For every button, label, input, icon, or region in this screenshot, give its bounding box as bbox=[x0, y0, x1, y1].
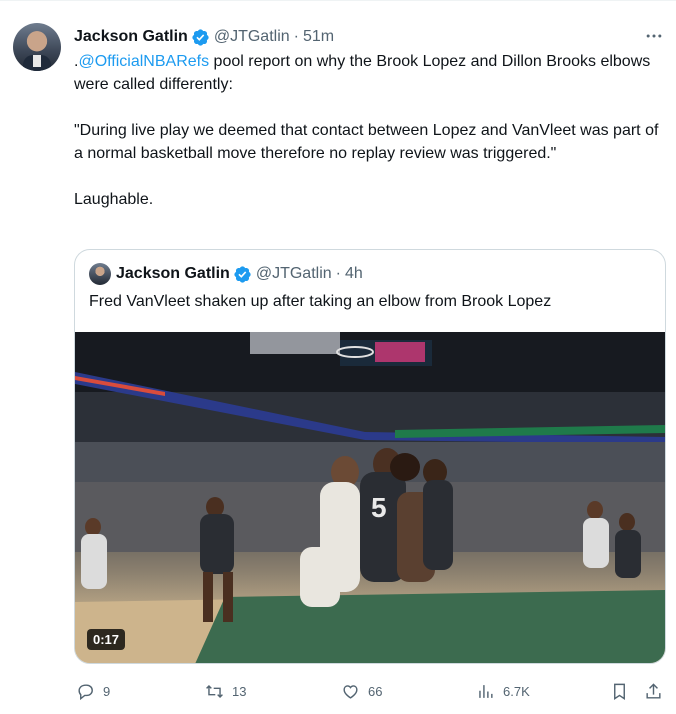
quoted-tweet[interactable]: Jackson Gatlin @JTGatlin · 4h Fred VanVl… bbox=[74, 249, 666, 664]
views-button[interactable]: 6.7K bbox=[476, 679, 530, 703]
tweet-text: .@OfficialNBARefs pool report on why the… bbox=[74, 50, 659, 234]
verified-badge-icon bbox=[192, 28, 209, 46]
bookmark-icon bbox=[614, 683, 625, 700]
heart-icon bbox=[343, 684, 358, 699]
like-count: 66 bbox=[368, 683, 383, 699]
tweet-closing: Laughable. bbox=[74, 191, 154, 208]
share-button[interactable] bbox=[644, 679, 663, 703]
quoted-author-name: Jackson Gatlin bbox=[116, 265, 230, 282]
retweet-count: 13 bbox=[232, 683, 247, 699]
separator-dot: · bbox=[335, 265, 341, 282]
quoted-text: Fred VanVleet shaken up after taking an … bbox=[89, 293, 552, 310]
more-icon[interactable] bbox=[643, 25, 665, 47]
tweet-quote-text: "During live play we deemed that contact… bbox=[74, 122, 659, 162]
video-duration: 0:17 bbox=[87, 629, 126, 650]
mention-link[interactable]: @OfficialNBARefs bbox=[78, 53, 209, 70]
tweet-intro: .@OfficialNBARefs pool report on why the… bbox=[74, 50, 659, 96]
reply-icon bbox=[78, 683, 93, 700]
video-frame: 5 bbox=[75, 332, 665, 663]
verified-badge-icon bbox=[234, 265, 251, 283]
separator-dot: · bbox=[293, 28, 299, 45]
tweet-header: Jackson Gatlin @JTGatlin · 51m bbox=[74, 26, 334, 48]
video-player[interactable]: 5 0:17 bbox=[75, 332, 665, 663]
bookmark-button[interactable] bbox=[610, 679, 629, 703]
quoted-avatar bbox=[89, 263, 111, 285]
action-bar: 9 13 66 6.7K bbox=[0, 679, 676, 703]
tweet-timestamp[interactable]: 51m bbox=[303, 28, 334, 46]
retweet-button[interactable]: 13 bbox=[205, 679, 246, 703]
like-button[interactable]: 66 bbox=[341, 679, 382, 703]
quoted-timestamp: 4h bbox=[344, 265, 363, 282]
retweet-icon bbox=[206, 684, 223, 698]
quoted-handle: @JTGatlin bbox=[255, 265, 332, 282]
author-name[interactable]: Jackson Gatlin bbox=[74, 28, 188, 46]
views-count: 6.7K bbox=[503, 683, 530, 699]
reply-button[interactable]: 9 bbox=[76, 679, 110, 703]
avatar-collar bbox=[33, 55, 41, 67]
author-avatar[interactable] bbox=[13, 23, 61, 71]
tweet[interactable]: Jackson Gatlin @JTGatlin · 51m .@Officia… bbox=[0, 0, 676, 714]
analytics-icon bbox=[479, 684, 493, 698]
quoted-header: Jackson Gatlin @JTGatlin · 4h bbox=[89, 263, 363, 285]
author-handle[interactable]: @JTGatlin bbox=[214, 28, 290, 46]
svg-text:5: 5 bbox=[371, 492, 387, 523]
ellipsis-icon bbox=[646, 34, 662, 38]
share-icon bbox=[646, 682, 661, 699]
reply-count: 9 bbox=[103, 683, 111, 699]
